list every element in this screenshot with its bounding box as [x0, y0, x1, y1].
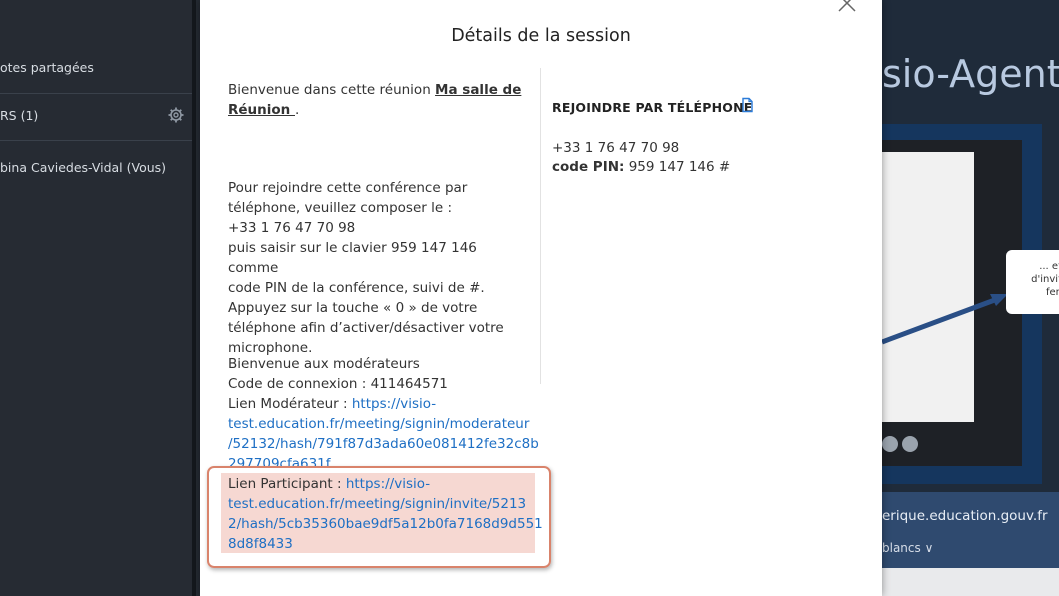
sidebar-divider: [0, 140, 196, 141]
session-details-modal: Détails de la session Bienvenue dans cet…: [200, 0, 882, 596]
phone-join-title: REJOINDRE PAR TÉLÉPHONE: [552, 100, 753, 115]
callout-text: d'invit: [1031, 274, 1059, 285]
user-name: bina Caviedes-Vidal (Vous): [0, 160, 167, 175]
footer-band: erique.education.gouv.fr blancs ∨: [882, 492, 1059, 568]
moderator-code: Code de connexion : 411464571: [228, 376, 448, 392]
instruction-line: +33 1 76 47 70 98: [228, 220, 356, 236]
participant-highlight-box: [207, 466, 551, 568]
sidebar: otes partagées RS (1) bina Caviedes-Vida…: [0, 0, 196, 596]
footer-blancs[interactable]: blancs ∨: [882, 541, 933, 555]
sidebar-item-label: otes partagées: [0, 60, 94, 75]
footer-url: erique.education.gouv.fr: [882, 508, 1048, 524]
instruction-line: Pour rejoindre cette conférence par: [228, 180, 468, 196]
moderator-link[interactable]: /52132/hash/791f87d3ada60e081412fe32c8b: [228, 436, 539, 452]
close-icon[interactable]: [836, 0, 858, 14]
arrow-icon: [882, 294, 1008, 345]
bottom-toolbar: [882, 568, 1059, 596]
user-list-item[interactable]: bina Caviedes-Vidal (Vous): [0, 160, 166, 175]
sidebar-edge: [192, 0, 196, 596]
instruction-line: puis saisir sur le clavier 959 147 146 c…: [228, 240, 477, 276]
presentation-title: sio-Agents: [882, 52, 1059, 96]
sidebar-divider: [0, 93, 196, 94]
instruction-line: téléphone, veuillez composer le :: [228, 200, 453, 216]
chevron-down-icon: ∨: [924, 541, 934, 555]
sidebar-item-shared-notes[interactable]: otes partagées: [0, 60, 94, 75]
presentation-area: sio-Agents ... et d'invit fen erique.edu…: [882, 0, 1059, 596]
users-header: RS (1): [0, 108, 38, 123]
slide-controls: [882, 436, 922, 456]
room-name: Réunion: [228, 102, 295, 118]
callout-text: ... et: [1039, 261, 1059, 272]
callout-bubble: ... et d'invit fen: [1006, 250, 1059, 314]
callout-text: fen: [1045, 287, 1059, 298]
moderator-link[interactable]: test.education.fr/meeting/signin/moderat…: [228, 416, 529, 432]
moderator-link[interactable]: 297709cfa631f: [228, 456, 331, 466]
users-header-label: RS (1): [0, 108, 39, 123]
phone-number: +33 1 76 47 70 98: [552, 140, 680, 156]
instruction-line: code PIN de la conférence, suivi de #.: [228, 280, 485, 296]
welcome-text: Bienvenue dans cette réunion Ma salle de…: [228, 80, 528, 120]
phone-instructions: Pour rejoindre cette conférence par télé…: [228, 178, 528, 358]
moderator-welcome: Bienvenue aux modérateurs: [228, 356, 420, 372]
control-dot[interactable]: [902, 436, 918, 452]
modal-title: Détails de la session: [451, 26, 631, 46]
column-divider: [540, 68, 541, 384]
gear-icon[interactable]: [168, 107, 184, 123]
pin-code: code PIN: 959 147 146 #: [552, 158, 730, 177]
moderator-link[interactable]: https://visio-: [352, 396, 436, 412]
pin-value: 959 147 146 #: [624, 159, 731, 175]
welcome-prefix: Bienvenue dans cette réunion: [228, 82, 436, 98]
room-name: Ma salle de: [435, 82, 522, 98]
copy-icon[interactable]: [740, 97, 754, 113]
instruction-line: téléphone afin d’activer/désactiver votr…: [228, 320, 504, 336]
moderator-link-label: Lien Modérateur :: [228, 396, 352, 412]
instruction-line: Appuyez sur la touche « 0 » de votre: [228, 300, 478, 316]
moderator-info: Bienvenue aux modérateurs Code de connex…: [228, 354, 539, 466]
room-name-suffix: .: [295, 102, 300, 118]
footer-blancs-label: blancs: [882, 541, 921, 555]
control-dot[interactable]: [882, 436, 898, 452]
pin-label: code PIN:: [552, 159, 625, 175]
